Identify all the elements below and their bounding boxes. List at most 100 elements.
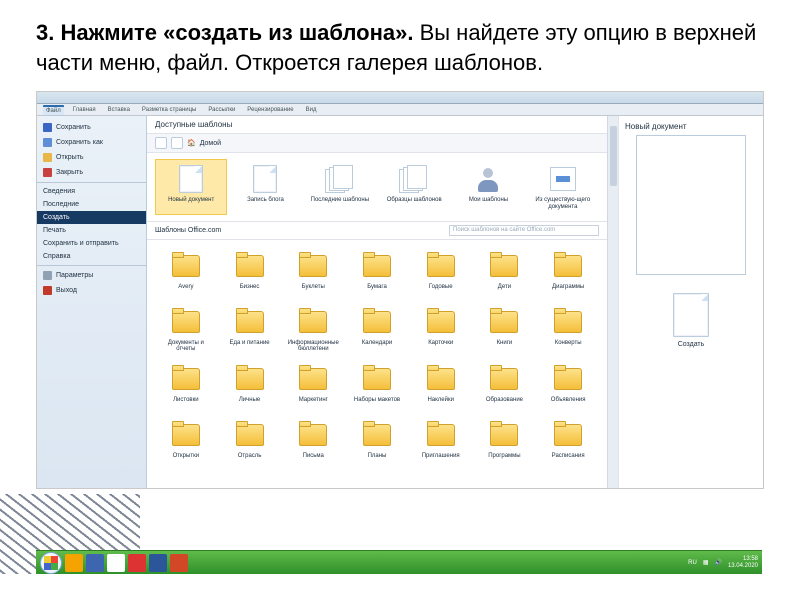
folder-tile[interactable]: Карточки — [410, 302, 472, 357]
folder-tile[interactable]: Буклеты — [282, 246, 344, 300]
tray-clock[interactable]: 13:58 13.04.2020 — [728, 556, 758, 569]
arrow-icon — [547, 163, 579, 195]
sidebar-item[interactable]: Справка — [37, 250, 146, 263]
sidebar-item-label: Последние — [43, 201, 79, 208]
template-tile[interactable]: Последние шаблоны — [304, 159, 376, 214]
template-search-input[interactable]: Поиск шаблонов на сайте Office.com — [449, 225, 599, 236]
breadcrumb-home[interactable]: Домой — [200, 140, 221, 147]
folder-icon — [488, 306, 520, 338]
ribbon-tab[interactable]: Разметка страницы — [139, 106, 199, 114]
windows-taskbar[interactable]: RU ▦ 🔊 13:58 13.04.2020 — [36, 550, 762, 574]
folder-tile[interactable]: Наборы макетов — [346, 359, 408, 413]
start-button[interactable] — [40, 552, 62, 574]
open-icon — [43, 153, 52, 162]
scrollbar[interactable] — [607, 116, 618, 488]
folder-tile[interactable]: Приглашения — [410, 415, 472, 469]
taskbar-ie-icon[interactable] — [86, 554, 104, 572]
folder-tile[interactable]: Диаграммы — [537, 246, 599, 300]
ribbon-tab[interactable]: Вставка — [105, 106, 133, 114]
exit-icon — [43, 286, 52, 295]
folder-tile[interactable]: Открытки — [155, 415, 217, 469]
sidebar-item[interactable]: Сохранить и отправить — [37, 237, 146, 250]
folder-icon — [425, 250, 457, 282]
folder-icon — [361, 250, 393, 282]
folder-icon — [361, 363, 393, 395]
ribbon-tab[interactable]: Рассылки — [205, 106, 238, 114]
sidebar-item-label: Печать — [43, 227, 66, 234]
template-tile[interactable]: Мои шаблоны — [452, 159, 524, 214]
folder-tile[interactable]: Дети — [474, 246, 536, 300]
sidebar-item[interactable]: Создать — [37, 211, 146, 224]
sidebar-item-label: Закрыть — [56, 169, 83, 176]
folder-icon — [170, 419, 202, 451]
folder-icon — [234, 419, 266, 451]
folder-tile[interactable]: Конверты — [537, 302, 599, 357]
sidebar-item[interactable]: Параметры — [37, 265, 146, 283]
ribbon-tabs[interactable]: Файл Главная Вставка Разметка страницы Рассы… — [37, 104, 763, 116]
ribbon-tab[interactable]: Вид — [303, 106, 320, 114]
taskbar-word-icon[interactable] — [149, 554, 167, 572]
folder-icon — [361, 306, 393, 338]
create-area: Создать — [651, 293, 731, 383]
folder-tile[interactable]: Наклейки — [410, 359, 472, 413]
folder-label: Еда и питание — [229, 340, 269, 352]
folder-tile[interactable]: Маркетинг — [282, 359, 344, 413]
tray-net-icon[interactable]: ▦ — [703, 559, 709, 566]
folder-tile[interactable]: Avery — [155, 246, 217, 300]
folder-label: Планы — [368, 453, 387, 465]
folder-label: Бумага — [367, 284, 387, 296]
ribbon-tab[interactable]: Рецензирование — [244, 106, 296, 114]
tray-lang[interactable]: RU — [688, 560, 697, 566]
folder-tile[interactable]: Документы и отчеты — [155, 302, 217, 357]
folder-tile[interactable]: Планы — [346, 415, 408, 469]
sidebar-item[interactable]: Закрыть — [37, 165, 146, 180]
folder-icon — [297, 419, 329, 451]
folder-icon — [170, 306, 202, 338]
nav-back-button[interactable] — [155, 137, 167, 149]
folder-tile[interactable]: Еда и питание — [219, 302, 281, 357]
folder-tile[interactable]: Отрасль — [219, 415, 281, 469]
folder-tile[interactable]: Расписания — [537, 415, 599, 469]
folder-tile[interactable]: Календари — [346, 302, 408, 357]
folder-icon — [488, 363, 520, 395]
folder-tile[interactable]: Бизнес — [219, 246, 281, 300]
preview-pane: Новый документ Создать — [618, 116, 763, 488]
folder-tile[interactable]: Информационные бюллетени — [282, 302, 344, 357]
sidebar-item[interactable]: Открыть — [37, 150, 146, 165]
folder-tile[interactable]: Листовки — [155, 359, 217, 413]
folder-label: Бизнес — [240, 284, 260, 296]
templates-pane: Доступные шаблоны 🏠 Домой Новый документ… — [147, 116, 607, 488]
template-tile[interactable]: Новый документ — [155, 159, 227, 214]
sidebar-item[interactable]: Сведения — [37, 182, 146, 198]
sidebar-item-label: Сведения — [43, 188, 75, 195]
nav-fwd-button[interactable] — [171, 137, 183, 149]
folder-tile[interactable]: Письма — [282, 415, 344, 469]
ribbon-tab[interactable]: Файл — [43, 105, 64, 115]
tray-sound-icon[interactable]: 🔊 — [714, 559, 721, 566]
ribbon-tab[interactable]: Главная — [70, 106, 99, 114]
saveas-icon — [43, 138, 52, 147]
sidebar-item[interactable]: Выход — [37, 283, 146, 298]
taskbar-app-icon[interactable] — [107, 554, 125, 572]
template-tile[interactable]: Образцы шаблонов — [378, 159, 450, 214]
folder-tile[interactable]: Программы — [474, 415, 536, 469]
folder-tile[interactable]: Личные — [219, 359, 281, 413]
taskbar-explorer-icon[interactable] — [65, 554, 83, 572]
sidebar-item[interactable]: Сохранить — [37, 120, 146, 135]
taskbar-powerpoint-icon[interactable] — [170, 554, 188, 572]
folder-tile[interactable]: Годовые — [410, 246, 472, 300]
folder-tile[interactable]: Книги — [474, 302, 536, 357]
template-tile[interactable]: Из существую-щего документа — [527, 159, 599, 214]
taskbar-yandex-icon[interactable] — [128, 554, 146, 572]
templates-breadcrumb: 🏠 Домой — [147, 134, 607, 153]
sidebar-item[interactable]: Последние — [37, 198, 146, 211]
folder-icon — [297, 250, 329, 282]
window-titlebar — [37, 92, 763, 104]
folder-tile[interactable]: Объявления — [537, 359, 599, 413]
template-tile[interactable]: Запись блога — [229, 159, 301, 214]
create-button[interactable]: Создать — [678, 341, 705, 348]
folder-tile[interactable]: Бумага — [346, 246, 408, 300]
folder-tile[interactable]: Образование — [474, 359, 536, 413]
sidebar-item[interactable]: Сохранить как — [37, 135, 146, 150]
sidebar-item[interactable]: Печать — [37, 224, 146, 237]
